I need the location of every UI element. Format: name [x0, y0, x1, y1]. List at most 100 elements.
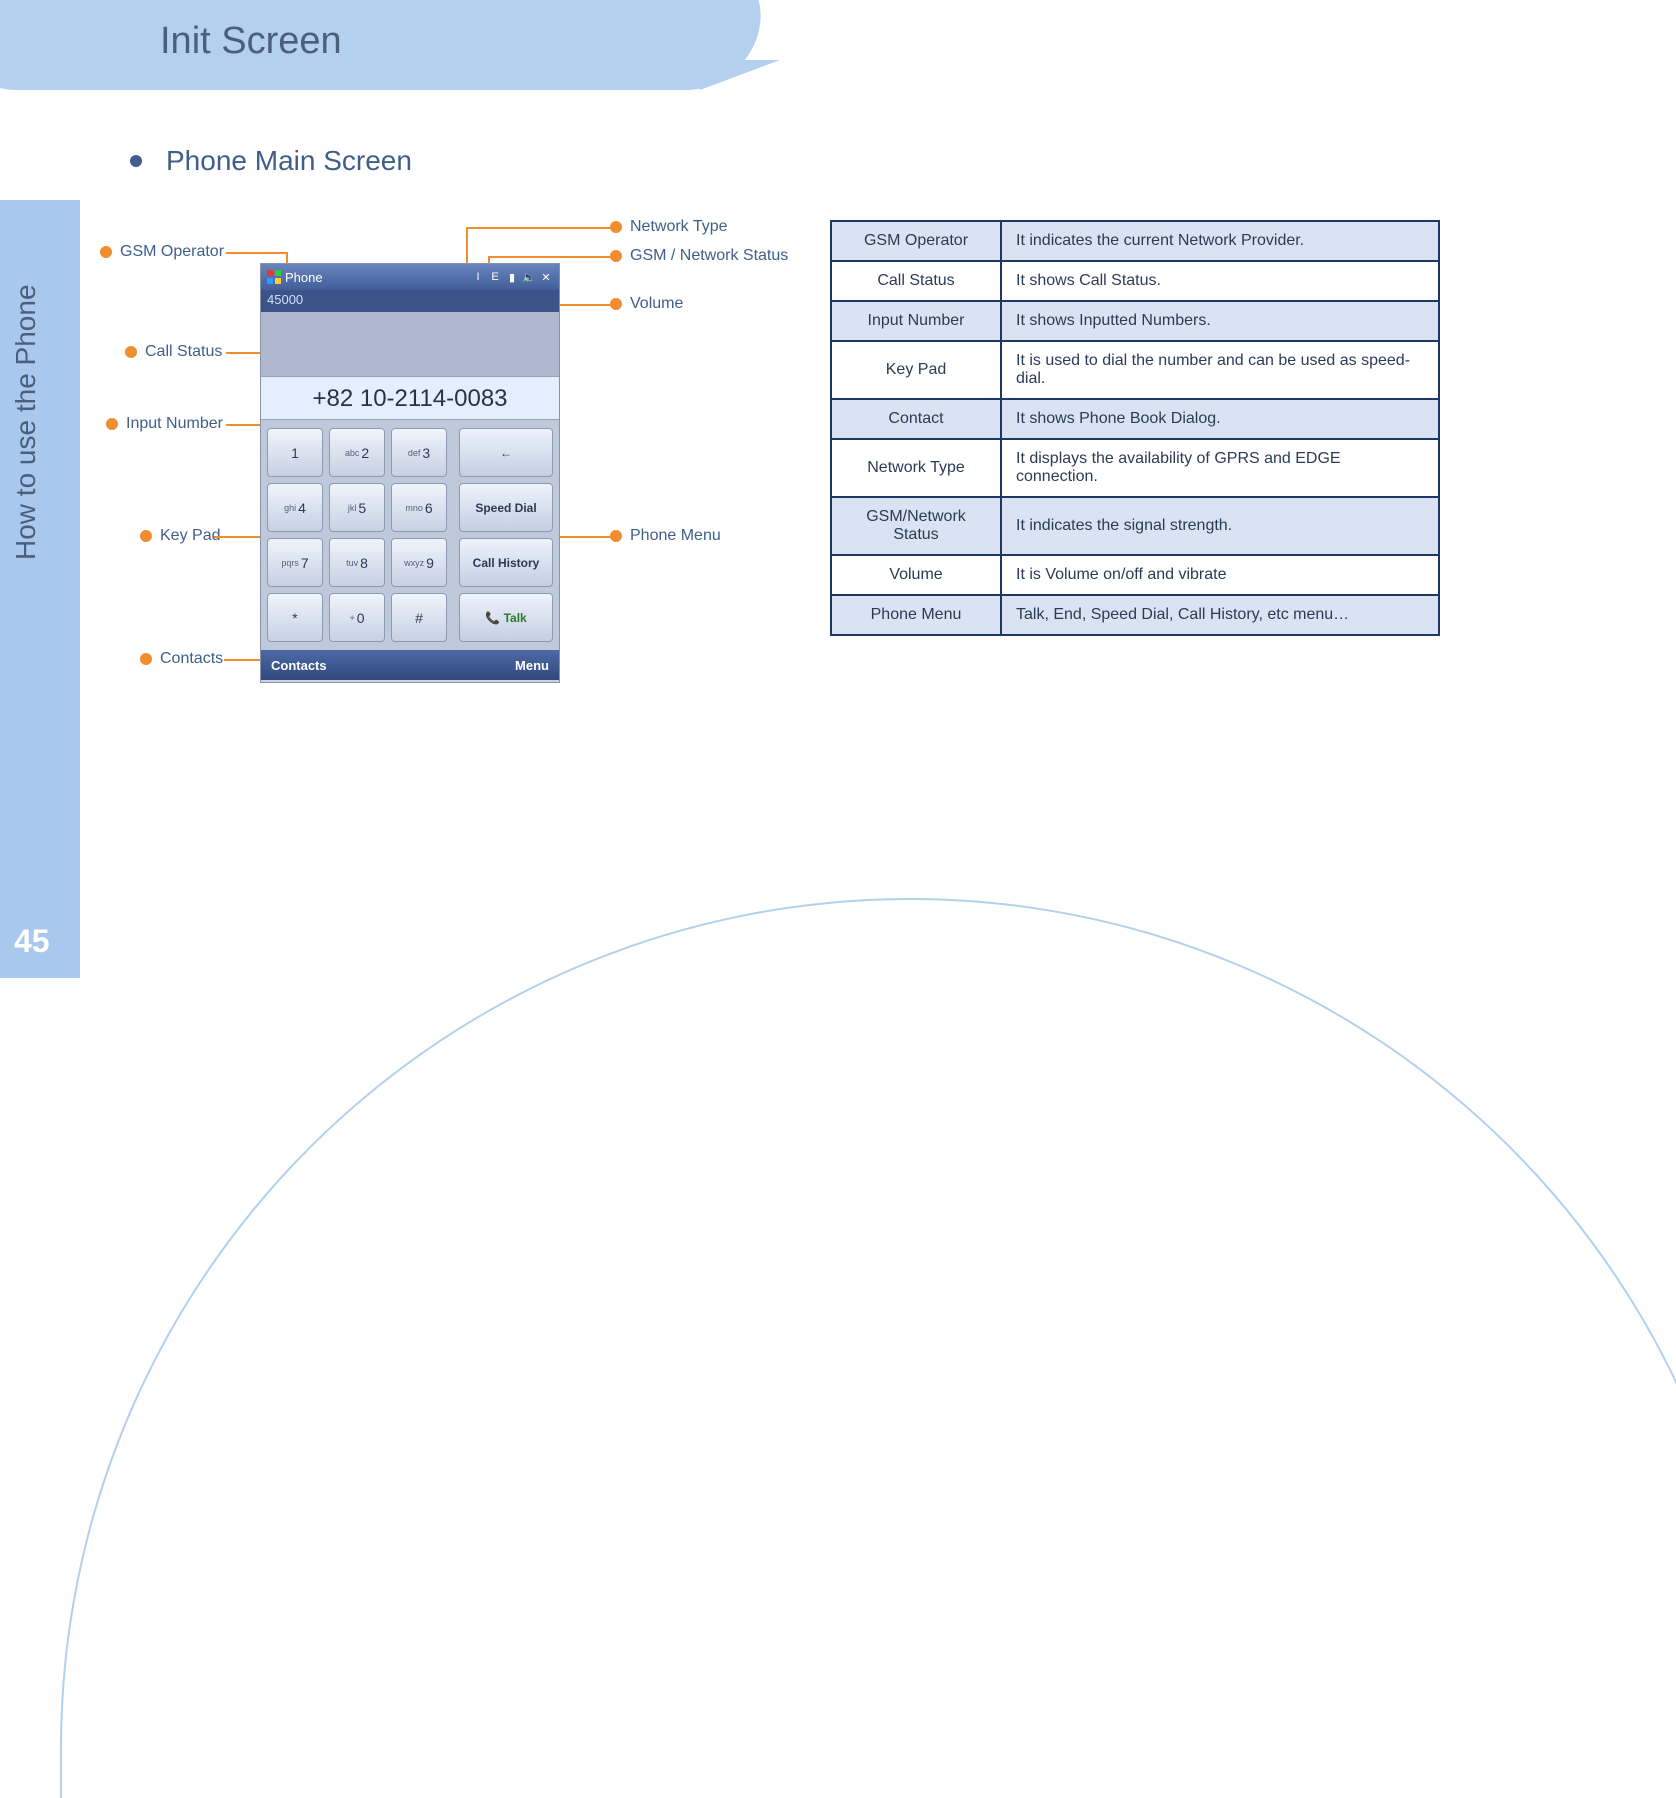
talk-icon: 📞: [485, 611, 500, 625]
page-number: 45: [14, 923, 50, 960]
section-bullet: Phone Main Screen: [130, 145, 412, 177]
keypad-key[interactable]: mno6: [391, 483, 447, 532]
callout-phone-menu: Phone Menu: [610, 527, 721, 545]
keypad-key[interactable]: jkl5: [329, 483, 385, 532]
table-row: ContactIt shows Phone Book Dialog.: [831, 399, 1439, 439]
callout-dot-icon: [106, 418, 118, 430]
connector-line: [560, 536, 614, 538]
callout-label: Volume: [630, 295, 683, 313]
callout-dot-icon: [140, 530, 152, 542]
key-main-label: #: [415, 610, 423, 626]
table-row: Key PadIt is used to dial the number and…: [831, 341, 1439, 399]
backspace-button[interactable]: ←: [459, 428, 553, 477]
feature-desc: It indicates the signal strength.: [1001, 497, 1439, 555]
table-row: Input NumberIt shows Inputted Numbers.: [831, 301, 1439, 341]
keypad-key[interactable]: wxyz9: [391, 538, 447, 587]
input-number-display: +82 10-2114-0083: [261, 376, 559, 420]
call-history-button[interactable]: Call History: [459, 538, 553, 587]
key-main-label: 9: [426, 555, 434, 571]
phone-titlebar: Phone I E ▮ 🔈 ✕: [261, 264, 559, 290]
callout-label: GSM / Network Status: [630, 247, 788, 265]
keypad-key[interactable]: pqrs7: [267, 538, 323, 587]
keypad-key[interactable]: ghi4: [267, 483, 323, 532]
feature-name: Volume: [831, 555, 1001, 595]
keypad-key[interactable]: #: [391, 593, 447, 642]
callout-label: Input Number: [126, 415, 223, 433]
keypad-key[interactable]: abc2: [329, 428, 385, 477]
keypad-key[interactable]: tuv8: [329, 538, 385, 587]
table-row: Network TypeIt displays the availability…: [831, 439, 1439, 497]
feature-desc: Talk, End, Speed Dial, Call History, etc…: [1001, 595, 1439, 635]
connector-line: [226, 252, 286, 254]
feature-desc: It is used to dial the number and can be…: [1001, 341, 1439, 399]
annotated-diagram: GSM Operator Call Status Input Number Ke…: [100, 215, 810, 685]
callout-label: Network Type: [630, 218, 728, 236]
speaker-icon: 🔈: [522, 270, 536, 284]
description-table-body: GSM OperatorIt indicates the current Net…: [831, 221, 1439, 635]
bullet-icon: [130, 155, 142, 167]
callout-call-status: Call Status: [125, 343, 222, 361]
talk-label: Talk: [504, 611, 527, 625]
side-label: How to use the Phone: [10, 284, 42, 560]
feature-name: GSM Operator: [831, 221, 1001, 261]
keypad-key[interactable]: +0: [329, 593, 385, 642]
table-row: Call StatusIt shows Call Status.: [831, 261, 1439, 301]
soft-key-contacts[interactable]: Contacts: [271, 658, 327, 673]
status-icons: I E ▮ 🔈 ✕: [471, 270, 553, 284]
phone-menu-column: ← Speed Dial Call History 📞 Talk: [453, 420, 559, 650]
speed-dial-button[interactable]: Speed Dial: [459, 483, 553, 532]
keypad-key[interactable]: def3: [391, 428, 447, 477]
callout-label: Call Status: [145, 343, 222, 361]
key-main-label: 7: [301, 555, 309, 571]
key-sub-label: jkl: [348, 503, 357, 513]
feature-desc: It shows Inputted Numbers.: [1001, 301, 1439, 341]
feature-desc: It indicates the current Network Provide…: [1001, 221, 1439, 261]
callout-label: Key Pad: [160, 527, 220, 545]
key-sub-label: def: [408, 448, 421, 458]
key-main-label: 4: [298, 500, 306, 516]
key-main-label: *: [292, 610, 297, 626]
callout-dot-icon: [140, 653, 152, 665]
phone-mock: Phone I E ▮ 🔈 ✕ 45000 +82 10-2114-0083 1…: [260, 263, 560, 683]
table-row: GSM OperatorIt indicates the current Net…: [831, 221, 1439, 261]
key-sub-label: tuv: [346, 558, 358, 568]
page-title: Init Screen: [160, 20, 342, 63]
key-sub-label: pqrs: [281, 558, 299, 568]
callout-label: Contacts: [160, 650, 223, 668]
talk-button[interactable]: 📞 Talk: [459, 593, 553, 642]
connector-line: [466, 227, 614, 229]
feature-name: Contact: [831, 399, 1001, 439]
callout-label: Phone Menu: [630, 527, 721, 545]
call-status-area: [261, 312, 559, 376]
callout-dot-icon: [125, 346, 137, 358]
callout-dot-icon: [100, 246, 112, 258]
feature-desc: It displays the availability of GPRS and…: [1001, 439, 1439, 497]
callout-network-type: Network Type: [610, 218, 728, 236]
connector-line: [214, 536, 264, 538]
callout-gsm-network-status: GSM / Network Status: [610, 247, 788, 265]
callout-gsm-operator: GSM Operator: [100, 243, 224, 261]
key-sub-label: abc: [345, 448, 360, 458]
table-row: Phone MenuTalk, End, Speed Dial, Call Hi…: [831, 595, 1439, 635]
key-sub-label: mno: [405, 503, 423, 513]
feature-desc: It is Volume on/off and vibrate: [1001, 555, 1439, 595]
key-sub-label: wxyz: [404, 558, 424, 568]
feature-name: Phone Menu: [831, 595, 1001, 635]
edge-icon: E: [488, 270, 502, 284]
phone-title: Phone: [285, 270, 323, 285]
close-icon[interactable]: ✕: [539, 270, 553, 284]
key-sub-label: +: [349, 613, 354, 623]
key-main-label: 8: [360, 555, 368, 571]
callout-input-number: Input Number: [106, 415, 223, 433]
keypad-key[interactable]: *: [267, 593, 323, 642]
header-shape-tail: [700, 60, 780, 90]
table-row: VolumeIt is Volume on/off and vibrate: [831, 555, 1439, 595]
key-main-label: 2: [361, 445, 369, 461]
windows-icon: [267, 270, 281, 284]
soft-key-menu[interactable]: Menu: [515, 658, 549, 673]
callout-label: GSM Operator: [120, 243, 224, 261]
keypad-key[interactable]: 1: [267, 428, 323, 477]
feature-name: Network Type: [831, 439, 1001, 497]
feature-name: Input Number: [831, 301, 1001, 341]
key-sub-label: ghi: [284, 503, 296, 513]
